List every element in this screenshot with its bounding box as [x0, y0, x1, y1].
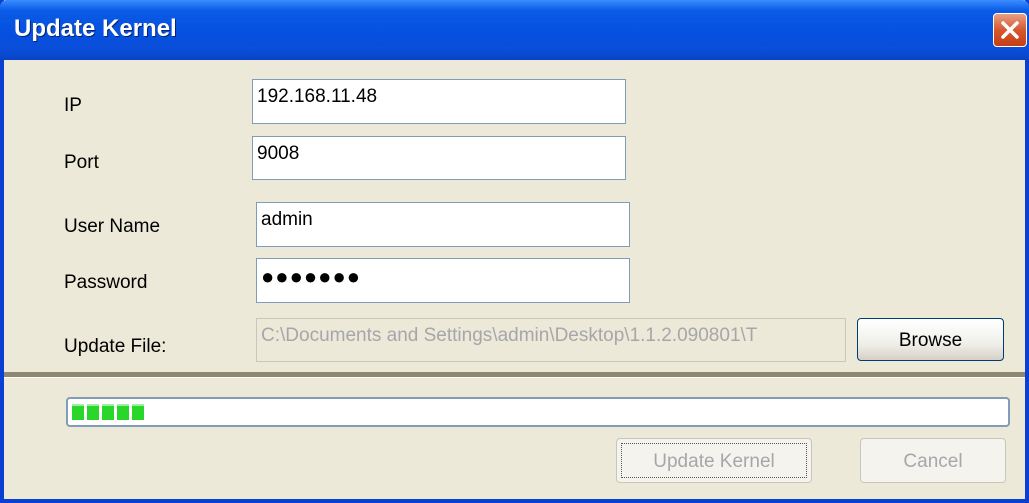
browse-button-label: Browse	[898, 330, 963, 351]
update-file-field[interactable]: C:\Documents and Settings\admin\Desktop\…	[256, 318, 846, 362]
browse-button[interactable]: Browse	[857, 318, 1004, 361]
progress-segment	[102, 404, 114, 420]
cancel-button-label: Cancel	[903, 451, 963, 472]
password-label: Password	[64, 272, 148, 293]
username-label: User Name	[64, 216, 161, 237]
progress-bar	[66, 397, 1010, 427]
window-title: Update Kernel	[14, 15, 177, 42]
focus-rect	[621, 443, 807, 478]
close-button[interactable]	[993, 13, 1027, 47]
password-field[interactable]: ●●●●●●●	[256, 258, 630, 303]
title-bar[interactable]: Update Kernel	[0, 0, 1029, 60]
progress-segment	[132, 404, 144, 420]
progress-segment	[87, 404, 99, 420]
progress-segment	[117, 404, 129, 420]
separator	[4, 372, 1025, 378]
port-label: Port	[64, 152, 99, 173]
update-kernel-button[interactable]: Update Kernel	[616, 438, 812, 483]
update-file-label: Update File:	[64, 336, 167, 357]
username-field[interactable]: admin	[256, 202, 630, 247]
ip-field[interactable]: 192.168.11.48	[252, 79, 626, 124]
close-icon	[1001, 21, 1019, 39]
ip-label: IP	[64, 95, 82, 116]
cancel-button[interactable]: Cancel	[860, 438, 1006, 483]
port-field[interactable]: 9008	[252, 136, 626, 180]
progress-segment	[72, 404, 84, 420]
update-kernel-dialog: Update Kernel IP 192.168.11.48 Port 9008…	[0, 0, 1029, 503]
